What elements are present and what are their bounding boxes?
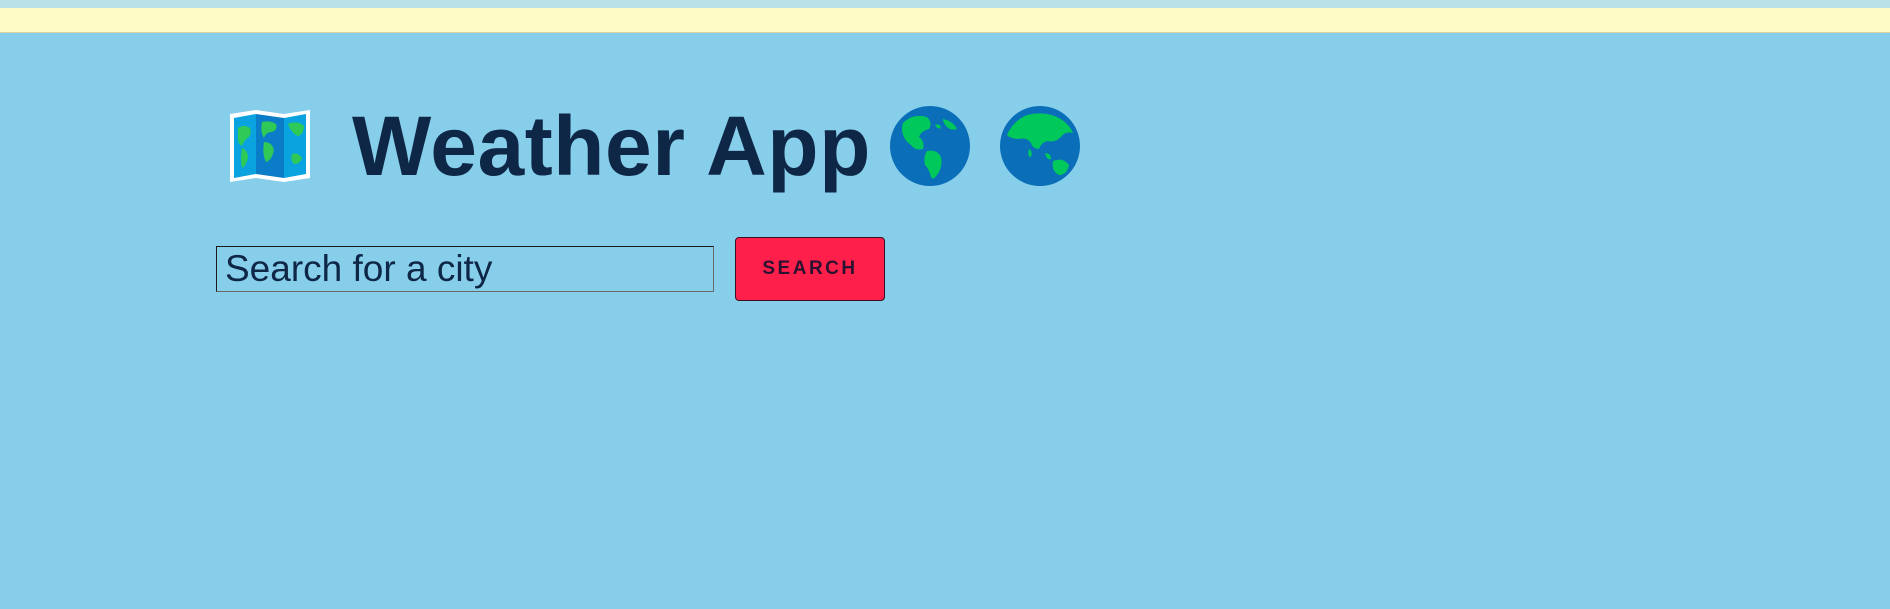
search-bar: SEARCH: [216, 237, 885, 301]
page-header: Weather App: [228, 98, 1081, 194]
city-search-input[interactable]: [216, 246, 714, 292]
globe-americas-icon: [889, 106, 970, 186]
world-map-icon: [230, 110, 310, 182]
app-title: Weather App: [352, 99, 871, 193]
notification-banner: [0, 8, 1890, 33]
search-button[interactable]: SEARCH: [735, 237, 885, 301]
top-strip: [0, 0, 1890, 8]
globe-asia-australia-icon: [999, 106, 1080, 186]
